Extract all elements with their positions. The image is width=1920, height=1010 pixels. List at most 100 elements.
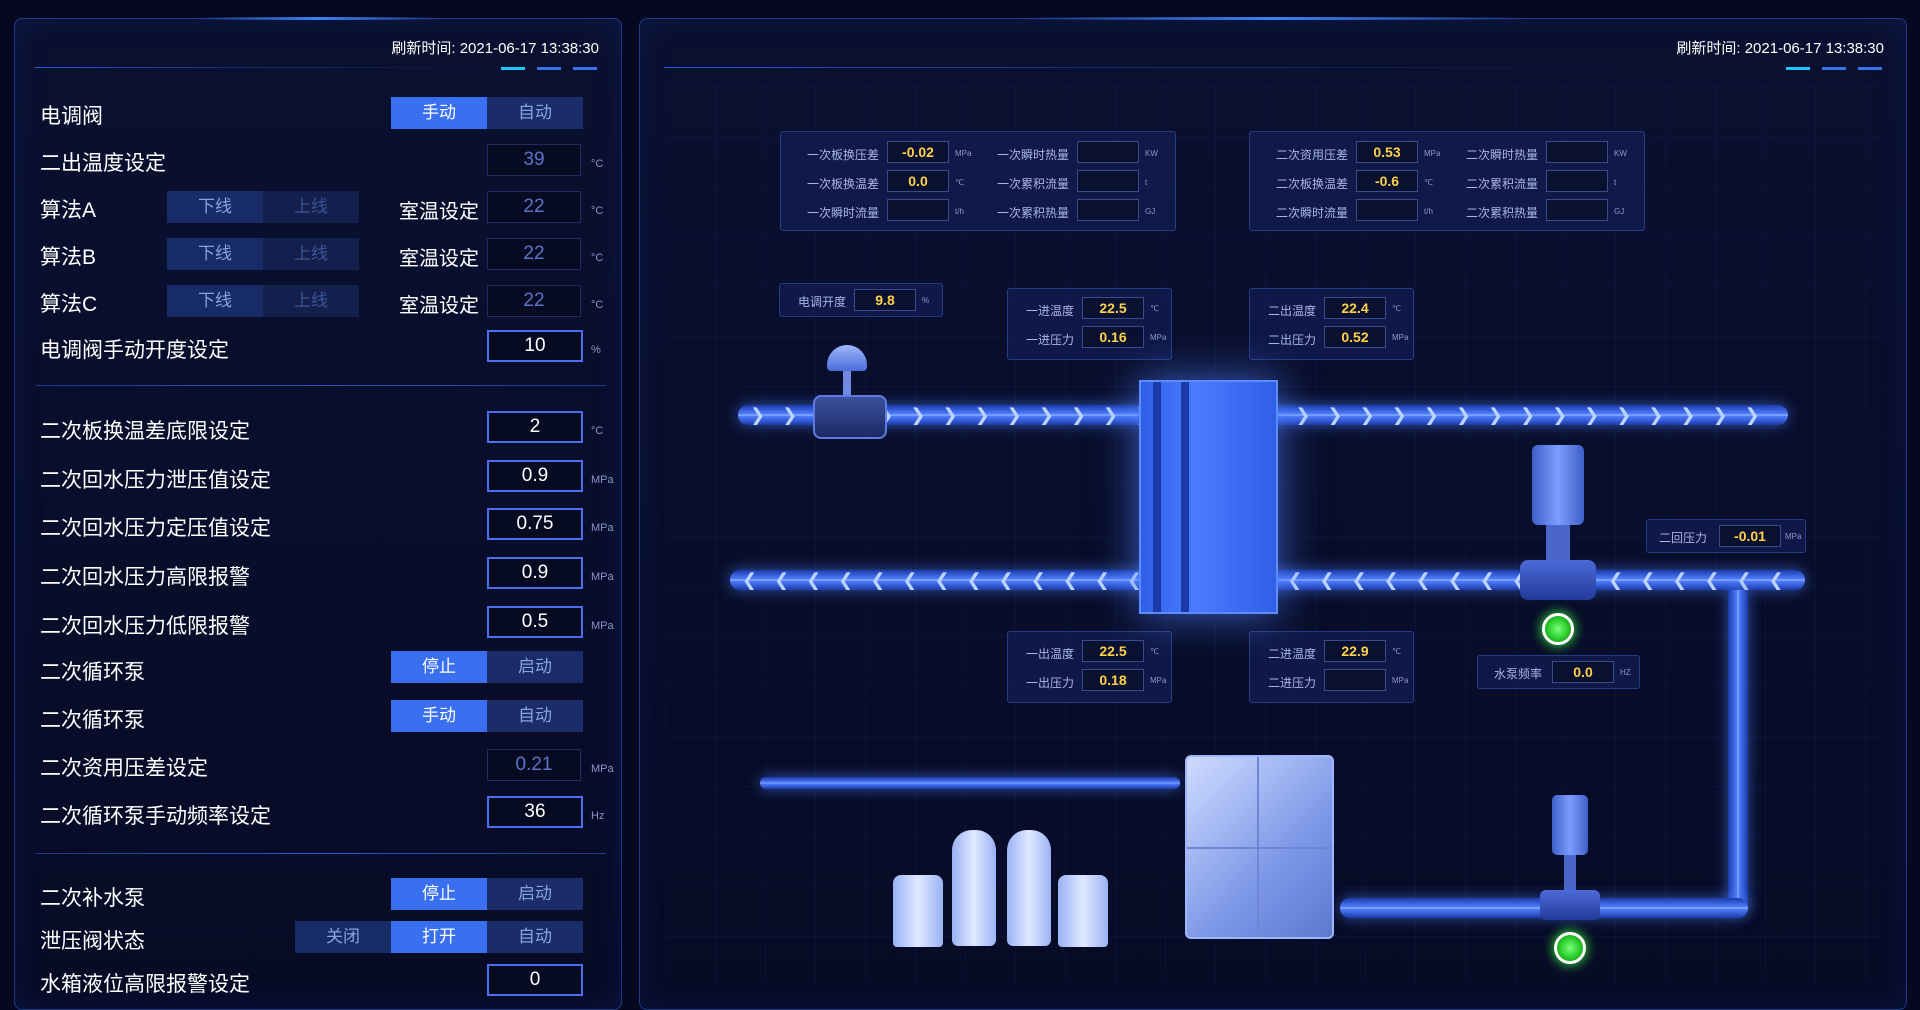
secondary-instant-heat-label: 二次瞬时热量 xyxy=(1466,148,1539,162)
stop-button[interactable]: 停止 xyxy=(391,878,487,910)
secondary-usable-pressure-diff-unit: MPa xyxy=(1424,149,1441,158)
secondary-total-heat-value xyxy=(1546,199,1608,221)
valve-open-label: 电调开度 xyxy=(798,295,847,309)
vertical-return-pipe xyxy=(1728,590,1748,910)
pressure-diff-setting-field[interactable]: 0.21 xyxy=(487,749,581,781)
primary-metrics-box: 一次板换压差 -0.02 MPa 一次板换温差 0.0 ℃ 一次瞬时流量 t/h… xyxy=(780,131,1176,231)
primary-total-heat-unit: GJ xyxy=(1145,207,1156,216)
secondary-inlet-pres-label: 二进压力 xyxy=(1268,676,1317,690)
return-pressure-low-alarm-field[interactable]: 0.5 xyxy=(487,606,583,638)
secondary-outlet-pres-value: 0.52 xyxy=(1324,326,1386,348)
primary-outlet-pres-label: 一出压力 xyxy=(1026,676,1075,690)
primary-plate-pressure-diff-unit: MPa xyxy=(955,149,972,158)
algo-c-offline-button[interactable]: 下线 xyxy=(167,285,263,317)
algo-a-room-label: 室温设定 xyxy=(399,201,479,223)
primary-inlet-temp-unit: ℃ xyxy=(1150,304,1159,313)
relief-valve-label: 泄压阀状态 xyxy=(40,930,145,953)
manual-button[interactable]: 手动 xyxy=(391,97,487,129)
water-tank-icon xyxy=(1185,755,1334,939)
algo-c-room-label: 室温设定 xyxy=(399,295,479,317)
return-pressure-relief-field[interactable]: 0.9 xyxy=(487,460,583,492)
primary-outlet-box: 一出温度 22.5 ℃ 一出压力 0.18 MPa xyxy=(1007,631,1172,703)
primary-outlet-temp-label: 一出温度 xyxy=(1026,647,1075,661)
primary-total-heat-label: 一次累积热量 xyxy=(997,206,1070,220)
section-divider xyxy=(36,385,606,386)
primary-plate-temp-diff-unit: ℃ xyxy=(955,178,964,187)
makeup-pump-label: 二次补水泵 xyxy=(40,887,145,910)
plate-temp-diff-low-field[interactable]: 2 xyxy=(487,411,583,443)
relief-valve-toggle: 关闭 打开 自动 xyxy=(295,921,583,953)
secondary-instant-heat-unit: KW xyxy=(1614,149,1627,158)
secondary-usable-pressure-diff-label: 二次资用压差 xyxy=(1276,148,1349,162)
return-pressure-low-alarm-unit: MPa xyxy=(591,620,614,632)
algo-b-online-button[interactable]: 上线 xyxy=(263,238,359,270)
primary-inlet-box: 一进温度 22.5 ℃ 一进压力 0.16 MPa xyxy=(1007,288,1172,360)
valve-open-box: 电调开度 9.8 % xyxy=(779,283,943,317)
pressure-diff-setting-unit: MPa xyxy=(591,763,614,775)
storage-tank-icon xyxy=(893,875,943,947)
close-button[interactable]: 关闭 xyxy=(295,921,391,953)
open-button[interactable]: 打开 xyxy=(391,921,487,953)
secondary-inlet-pres-unit: MPa xyxy=(1392,676,1409,685)
algo-b-room-field[interactable]: 22 xyxy=(487,238,581,270)
tank-level-high-label: 水箱液位高限报警设定 xyxy=(40,973,250,996)
manual-button[interactable]: 手动 xyxy=(391,700,487,732)
auto-button[interactable]: 自动 xyxy=(487,921,583,953)
auto-button[interactable]: 自动 xyxy=(487,700,583,732)
pump-freq-box: 水泵频率 0.0 HZ xyxy=(1477,655,1640,689)
pump-running-indicator xyxy=(1542,613,1574,645)
auto-button[interactable]: 自动 xyxy=(487,97,583,129)
outlet-temp-setting-label: 二出温度设定 xyxy=(40,152,166,175)
return-pressure-set-label: 二次回水压力定压值设定 xyxy=(40,517,271,540)
outlet-temp-setting-field[interactable]: 39 xyxy=(487,144,581,176)
primary-outlet-temp-unit: ℃ xyxy=(1150,647,1159,656)
tank-level-high-field[interactable]: 0 xyxy=(487,964,583,996)
return-pressure-set-field[interactable]: 0.75 xyxy=(487,508,583,540)
primary-inlet-temp-label: 一进温度 xyxy=(1026,304,1075,318)
pump-manual-freq-unit: Hz xyxy=(591,810,605,822)
secondary-plate-temp-diff-value: -0.6 xyxy=(1356,170,1418,192)
algo-c-online-button[interactable]: 上线 xyxy=(263,285,359,317)
pump-manual-freq-field[interactable]: 36 xyxy=(487,796,583,828)
start-button[interactable]: 启动 xyxy=(487,651,583,683)
primary-outlet-temp-value: 22.5 xyxy=(1082,640,1144,662)
secondary-inlet-temp-unit: ℃ xyxy=(1392,647,1401,656)
valve-manual-open-field[interactable]: 10 xyxy=(487,330,583,362)
primary-total-heat-value xyxy=(1077,199,1139,221)
secondary-total-heat-label: 二次累积热量 xyxy=(1466,206,1539,220)
primary-outlet-pres-unit: MPa xyxy=(1150,676,1167,685)
primary-plate-pressure-diff-label: 一次板换压差 xyxy=(807,148,880,162)
algo-b-offline-button[interactable]: 下线 xyxy=(167,238,263,270)
primary-total-flow-value xyxy=(1077,170,1139,192)
valve-open-unit: % xyxy=(922,296,930,305)
primary-plate-pressure-diff-value: -0.02 xyxy=(887,141,949,163)
secondary-inlet-pres-value xyxy=(1324,669,1386,691)
secondary-usable-pressure-diff-value: 0.53 xyxy=(1356,141,1418,163)
secondary-instant-flow-label: 二次瞬时流量 xyxy=(1276,206,1349,220)
algo-a-room-field[interactable]: 22 xyxy=(487,191,581,223)
pump-freq-label: 水泵频率 xyxy=(1494,667,1543,681)
algo-a-online-button[interactable]: 上线 xyxy=(263,191,359,223)
algo-c-room-field[interactable]: 22 xyxy=(487,285,581,317)
secondary-metrics-box: 二次资用压差 0.53 MPa 二次板换温差 -0.6 ℃ 二次瞬时流量 t/h… xyxy=(1249,131,1645,231)
primary-inlet-pres-value: 0.16 xyxy=(1082,326,1144,348)
secondary-instant-heat-value xyxy=(1546,141,1608,163)
return-pressure-set-unit: MPa xyxy=(591,522,614,534)
algo-a-offline-button[interactable]: 下线 xyxy=(167,191,263,223)
primary-instant-heat-value xyxy=(1077,141,1139,163)
start-button[interactable]: 启动 xyxy=(487,878,583,910)
header-underline xyxy=(664,67,1864,68)
stop-button[interactable]: 停止 xyxy=(391,651,487,683)
primary-inlet-pres-unit: MPa xyxy=(1150,333,1167,342)
pump-freq-unit: HZ xyxy=(1620,668,1631,677)
secondary-outlet-pres-label: 二出压力 xyxy=(1268,333,1317,347)
primary-plate-temp-diff-value: 0.0 xyxy=(887,170,949,192)
algo-b-room-label: 室温设定 xyxy=(399,248,479,270)
primary-instant-heat-unit: KW xyxy=(1145,149,1158,158)
circulation-pump-icon xyxy=(1520,445,1596,605)
plate-temp-diff-low-label: 二次板换温差底限设定 xyxy=(40,420,250,443)
return-pressure-high-alarm-field[interactable]: 0.9 xyxy=(487,557,583,589)
algo-b-label: 算法B xyxy=(40,246,97,269)
primary-outlet-pres-value: 0.18 xyxy=(1082,669,1144,691)
secondary-total-heat-unit: GJ xyxy=(1614,207,1625,216)
